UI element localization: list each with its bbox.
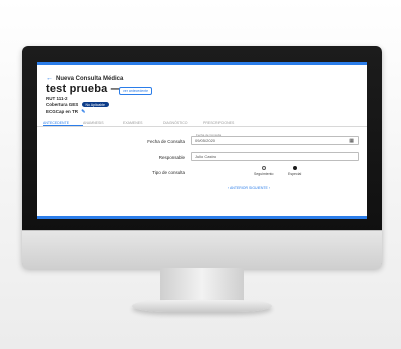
page-title: Nueva Consulta Médica [56, 75, 124, 82]
responsible-value: Julio Castro [195, 154, 217, 159]
ecg-row: ECGCap en TR ✎ [46, 109, 85, 115]
step-nav-label[interactable]: ANTERIOR SIGUIENTE [230, 186, 268, 190]
radio-seguimiento-circle[interactable] [261, 166, 266, 170]
tab-antecedente[interactable]: ANTECEDENTE [43, 119, 83, 126]
chevron-right-icon[interactable]: › [269, 186, 270, 190]
date-label: Fecha de Consulta [147, 139, 185, 144]
radio-especial[interactable]: Especial [288, 166, 301, 176]
calendar-icon[interactable]: ▦ [349, 137, 354, 145]
tab-examenes[interactable]: EXAMENES [123, 119, 163, 126]
coverage-row: Cobertura GES No Aplicable [46, 102, 109, 108]
monitor-stand-neck [160, 268, 244, 302]
tab-diagnostico[interactable]: DIAGNÓSTICO [163, 119, 203, 126]
responsible-field[interactable]: Julio Castro [191, 152, 359, 161]
responsible-label: Responsable [158, 155, 185, 160]
app-screen: ← Nueva Consulta Médica test prueba —— v… [37, 62, 367, 219]
arrow-left-icon[interactable]: ← [46, 75, 53, 82]
coverage-label: Cobertura GES [46, 102, 79, 107]
back-nav[interactable]: ← Nueva Consulta Médica [46, 75, 123, 82]
step-navigation[interactable]: ‹ ANTERIOR SIGUIENTE › [228, 186, 270, 190]
view-history-button[interactable]: ver antecedente [119, 87, 153, 95]
pencil-icon[interactable]: ✎ [81, 109, 85, 115]
radio-especial-label: Especial [288, 171, 302, 176]
coverage-badge: No Aplicable [81, 102, 109, 108]
date-value: 09/05/2020 [195, 138, 216, 143]
radio-seguimiento[interactable]: Seguimiento [254, 166, 273, 176]
radio-especial-circle[interactable] [292, 166, 297, 170]
patient-rut: RUT 111-2 [46, 96, 68, 101]
radio-seguimiento-label: Seguimiento [254, 171, 274, 176]
monitor-chin [22, 230, 382, 269]
ecg-label: ECGCap en TR [46, 109, 79, 114]
tab-anamnesis[interactable]: ANAMNESIS [83, 119, 123, 126]
date-field[interactable]: 09/05/2020 ▦ [191, 136, 359, 145]
tab-bar: ANTECEDENTE ANAMNESIS EXAMENES DIAGNÓSTI… [37, 119, 367, 127]
tab-prescripciones[interactable]: PRESCRIPCIONES [203, 119, 243, 126]
monitor-stand-base [132, 300, 272, 312]
consult-type-label: Tipo de consulta [152, 170, 185, 175]
